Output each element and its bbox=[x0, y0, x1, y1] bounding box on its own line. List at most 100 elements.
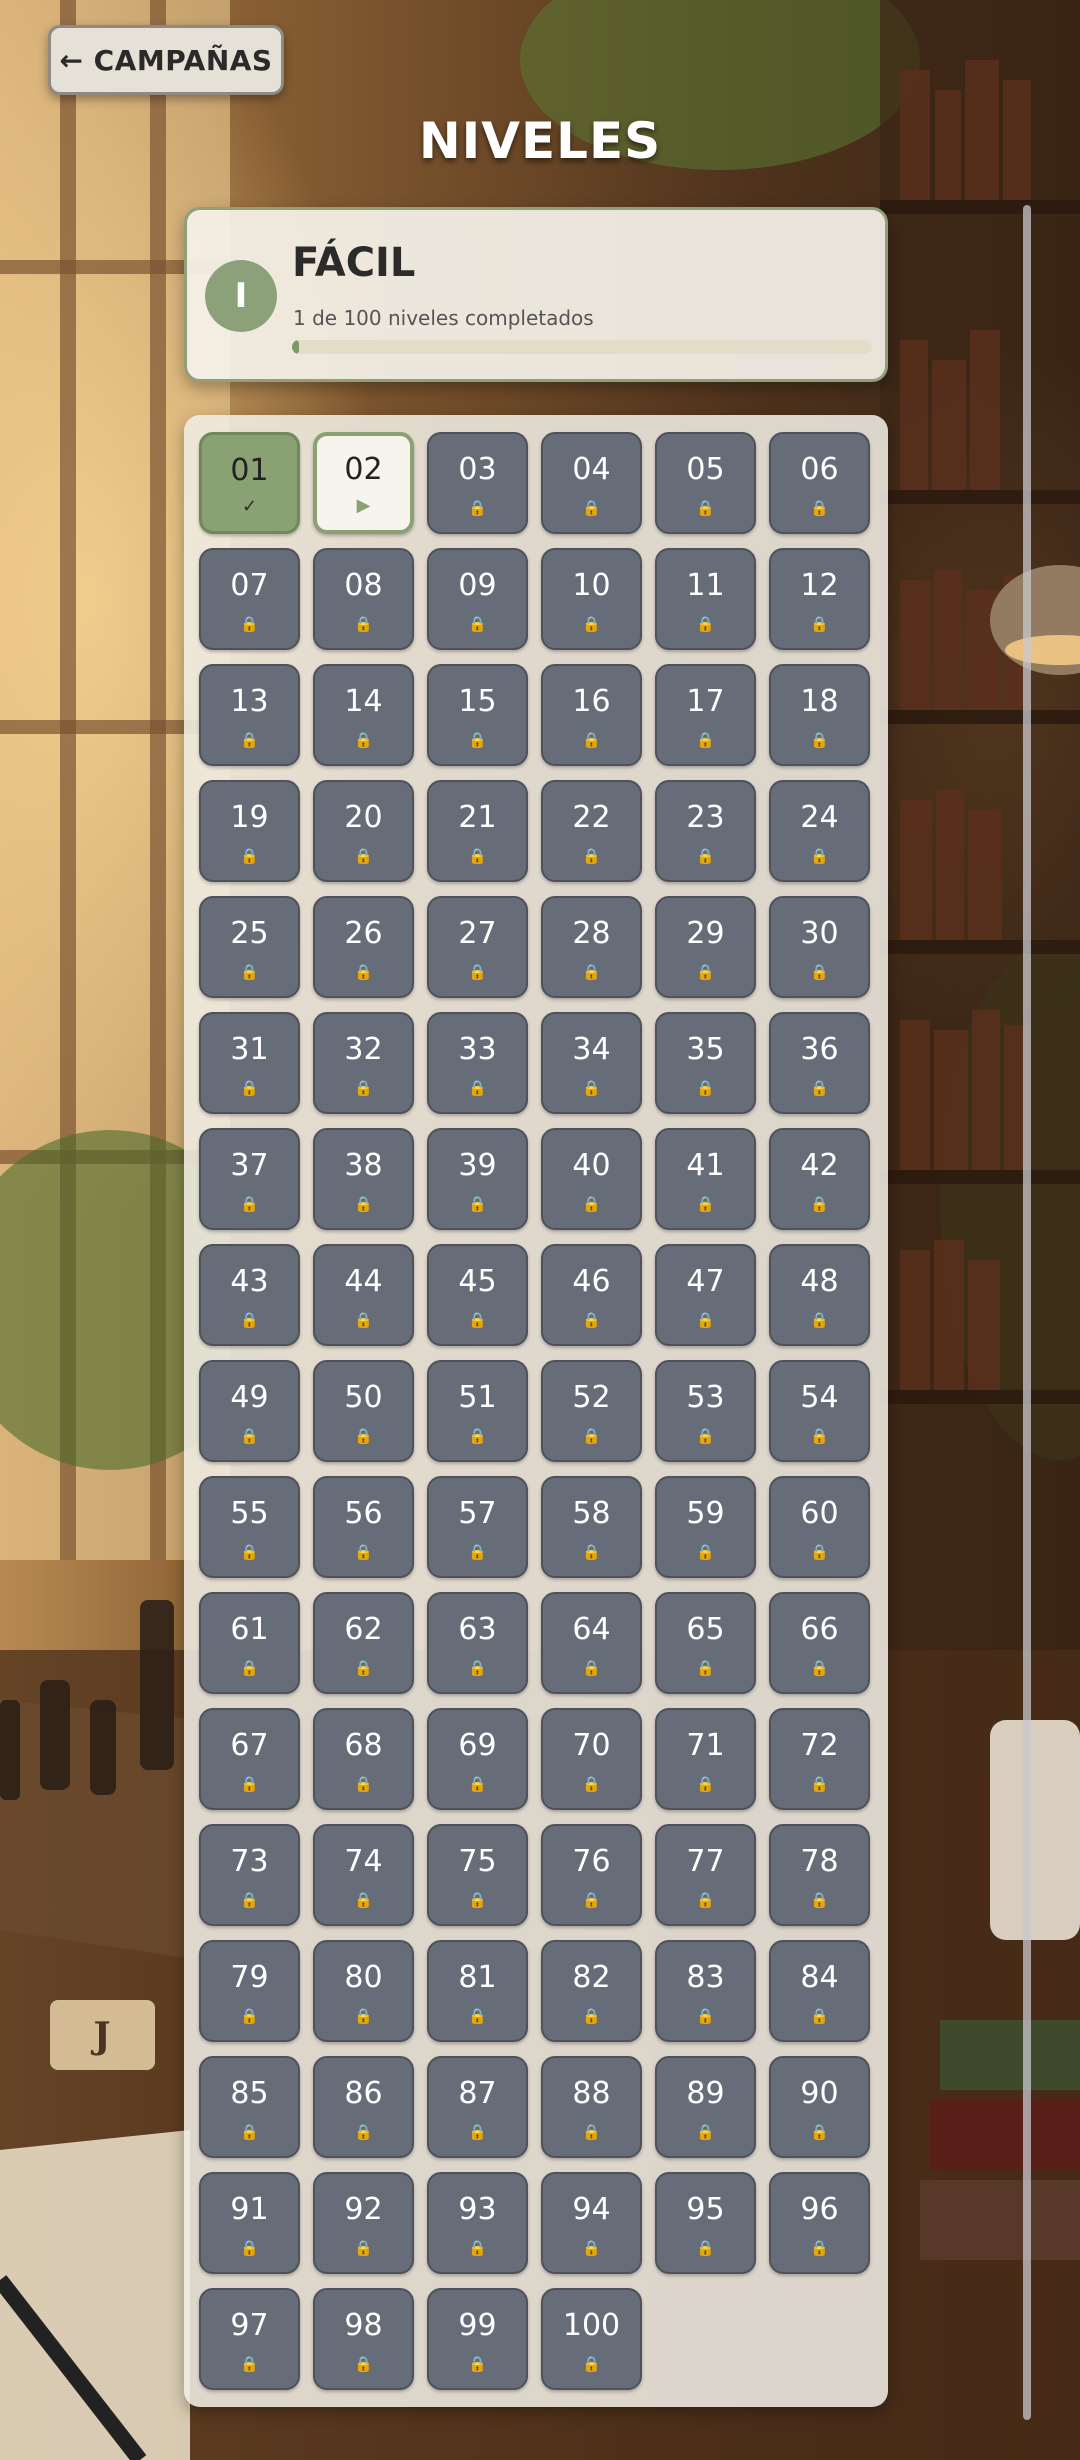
level-tile-69[interactable]: 69 🔒 bbox=[427, 1708, 528, 1810]
level-tile-82[interactable]: 82 🔒 bbox=[541, 1940, 642, 2042]
level-tile-65[interactable]: 65 🔒 bbox=[655, 1592, 756, 1694]
level-tile-51[interactable]: 51 🔒 bbox=[427, 1360, 528, 1462]
level-tile-37[interactable]: 37 🔒 bbox=[199, 1128, 300, 1230]
level-tile-09[interactable]: 09 🔒 bbox=[427, 548, 528, 650]
level-tile-01[interactable]: 01 ✓ bbox=[199, 432, 300, 534]
level-tile-45[interactable]: 45 🔒 bbox=[427, 1244, 528, 1346]
level-tile-89[interactable]: 89 🔒 bbox=[655, 2056, 756, 2158]
level-tile-61[interactable]: 61 🔒 bbox=[199, 1592, 300, 1694]
level-tile-44[interactable]: 44 🔒 bbox=[313, 1244, 414, 1346]
level-tile-85[interactable]: 85 🔒 bbox=[199, 2056, 300, 2158]
level-tile-13[interactable]: 13 🔒 bbox=[199, 664, 300, 766]
level-tile-10[interactable]: 10 🔒 bbox=[541, 548, 642, 650]
level-tile-43[interactable]: 43 🔒 bbox=[199, 1244, 300, 1346]
level-tile-71[interactable]: 71 🔒 bbox=[655, 1708, 756, 1810]
level-tile-33[interactable]: 33 🔒 bbox=[427, 1012, 528, 1114]
level-tile-87[interactable]: 87 🔒 bbox=[427, 2056, 528, 2158]
level-tile-98[interactable]: 98 🔒 bbox=[313, 2288, 414, 2390]
level-tile-07[interactable]: 07 🔒 bbox=[199, 548, 300, 650]
level-tile-22[interactable]: 22 🔒 bbox=[541, 780, 642, 882]
level-tile-72[interactable]: 72 🔒 bbox=[769, 1708, 870, 1810]
level-tile-03[interactable]: 03 🔒 bbox=[427, 432, 528, 534]
level-tile-21[interactable]: 21 🔒 bbox=[427, 780, 528, 882]
level-tile-04[interactable]: 04 🔒 bbox=[541, 432, 642, 534]
level-tile-14[interactable]: 14 🔒 bbox=[313, 664, 414, 766]
level-tile-27[interactable]: 27 🔒 bbox=[427, 896, 528, 998]
level-tile-41[interactable]: 41 🔒 bbox=[655, 1128, 756, 1230]
level-tile-36[interactable]: 36 🔒 bbox=[769, 1012, 870, 1114]
level-tile-92[interactable]: 92 🔒 bbox=[313, 2172, 414, 2274]
level-tile-75[interactable]: 75 🔒 bbox=[427, 1824, 528, 1926]
level-tile-81[interactable]: 81 🔒 bbox=[427, 1940, 528, 2042]
level-tile-34[interactable]: 34 🔒 bbox=[541, 1012, 642, 1114]
level-tile-16[interactable]: 16 🔒 bbox=[541, 664, 642, 766]
level-tile-63[interactable]: 63 🔒 bbox=[427, 1592, 528, 1694]
level-tile-11[interactable]: 11 🔒 bbox=[655, 548, 756, 650]
level-tile-46[interactable]: 46 🔒 bbox=[541, 1244, 642, 1346]
level-tile-50[interactable]: 50 🔒 bbox=[313, 1360, 414, 1462]
level-tile-15[interactable]: 15 🔒 bbox=[427, 664, 528, 766]
level-tile-40[interactable]: 40 🔒 bbox=[541, 1128, 642, 1230]
level-tile-38[interactable]: 38 🔒 bbox=[313, 1128, 414, 1230]
level-tile-97[interactable]: 97 🔒 bbox=[199, 2288, 300, 2390]
level-tile-88[interactable]: 88 🔒 bbox=[541, 2056, 642, 2158]
level-tile-30[interactable]: 30 🔒 bbox=[769, 896, 870, 998]
level-tile-24[interactable]: 24 🔒 bbox=[769, 780, 870, 882]
level-tile-60[interactable]: 60 🔒 bbox=[769, 1476, 870, 1578]
level-tile-100[interactable]: 100 🔒 bbox=[541, 2288, 642, 2390]
level-tile-67[interactable]: 67 🔒 bbox=[199, 1708, 300, 1810]
level-tile-76[interactable]: 76 🔒 bbox=[541, 1824, 642, 1926]
level-tile-53[interactable]: 53 🔒 bbox=[655, 1360, 756, 1462]
level-tile-19[interactable]: 19 🔒 bbox=[199, 780, 300, 882]
level-tile-94[interactable]: 94 🔒 bbox=[541, 2172, 642, 2274]
level-tile-58[interactable]: 58 🔒 bbox=[541, 1476, 642, 1578]
level-tile-73[interactable]: 73 🔒 bbox=[199, 1824, 300, 1926]
level-tile-91[interactable]: 91 🔒 bbox=[199, 2172, 300, 2274]
level-tile-84[interactable]: 84 🔒 bbox=[769, 1940, 870, 2042]
level-tile-90[interactable]: 90 🔒 bbox=[769, 2056, 870, 2158]
level-tile-77[interactable]: 77 🔒 bbox=[655, 1824, 756, 1926]
level-tile-47[interactable]: 47 🔒 bbox=[655, 1244, 756, 1346]
level-tile-66[interactable]: 66 🔒 bbox=[769, 1592, 870, 1694]
level-tile-35[interactable]: 35 🔒 bbox=[655, 1012, 756, 1114]
level-tile-31[interactable]: 31 🔒 bbox=[199, 1012, 300, 1114]
level-tile-29[interactable]: 29 🔒 bbox=[655, 896, 756, 998]
level-tile-74[interactable]: 74 🔒 bbox=[313, 1824, 414, 1926]
level-tile-12[interactable]: 12 🔒 bbox=[769, 548, 870, 650]
level-tile-48[interactable]: 48 🔒 bbox=[769, 1244, 870, 1346]
level-tile-39[interactable]: 39 🔒 bbox=[427, 1128, 528, 1230]
level-tile-62[interactable]: 62 🔒 bbox=[313, 1592, 414, 1694]
level-tile-18[interactable]: 18 🔒 bbox=[769, 664, 870, 766]
scrollbar[interactable] bbox=[1023, 205, 1031, 2420]
level-tile-08[interactable]: 08 🔒 bbox=[313, 548, 414, 650]
level-tile-25[interactable]: 25 🔒 bbox=[199, 896, 300, 998]
level-tile-56[interactable]: 56 🔒 bbox=[313, 1476, 414, 1578]
level-tile-70[interactable]: 70 🔒 bbox=[541, 1708, 642, 1810]
level-tile-32[interactable]: 32 🔒 bbox=[313, 1012, 414, 1114]
level-tile-05[interactable]: 05 🔒 bbox=[655, 432, 756, 534]
level-tile-06[interactable]: 06 🔒 bbox=[769, 432, 870, 534]
level-tile-78[interactable]: 78 🔒 bbox=[769, 1824, 870, 1926]
level-tile-54[interactable]: 54 🔒 bbox=[769, 1360, 870, 1462]
level-tile-95[interactable]: 95 🔒 bbox=[655, 2172, 756, 2274]
level-tile-20[interactable]: 20 🔒 bbox=[313, 780, 414, 882]
level-tile-28[interactable]: 28 🔒 bbox=[541, 896, 642, 998]
level-tile-79[interactable]: 79 🔒 bbox=[199, 1940, 300, 2042]
level-tile-17[interactable]: 17 🔒 bbox=[655, 664, 756, 766]
level-tile-42[interactable]: 42 🔒 bbox=[769, 1128, 870, 1230]
level-tile-26[interactable]: 26 🔒 bbox=[313, 896, 414, 998]
level-tile-93[interactable]: 93 🔒 bbox=[427, 2172, 528, 2274]
level-tile-52[interactable]: 52 🔒 bbox=[541, 1360, 642, 1462]
level-tile-83[interactable]: 83 🔒 bbox=[655, 1940, 756, 2042]
level-tile-59[interactable]: 59 🔒 bbox=[655, 1476, 756, 1578]
level-tile-80[interactable]: 80 🔒 bbox=[313, 1940, 414, 2042]
level-tile-57[interactable]: 57 🔒 bbox=[427, 1476, 528, 1578]
level-tile-23[interactable]: 23 🔒 bbox=[655, 780, 756, 882]
level-tile-96[interactable]: 96 🔒 bbox=[769, 2172, 870, 2274]
level-tile-99[interactable]: 99 🔒 bbox=[427, 2288, 528, 2390]
level-tile-49[interactable]: 49 🔒 bbox=[199, 1360, 300, 1462]
level-tile-64[interactable]: 64 🔒 bbox=[541, 1592, 642, 1694]
level-tile-86[interactable]: 86 🔒 bbox=[313, 2056, 414, 2158]
level-tile-55[interactable]: 55 🔒 bbox=[199, 1476, 300, 1578]
level-tile-02[interactable]: 02 ▶ bbox=[313, 432, 414, 534]
